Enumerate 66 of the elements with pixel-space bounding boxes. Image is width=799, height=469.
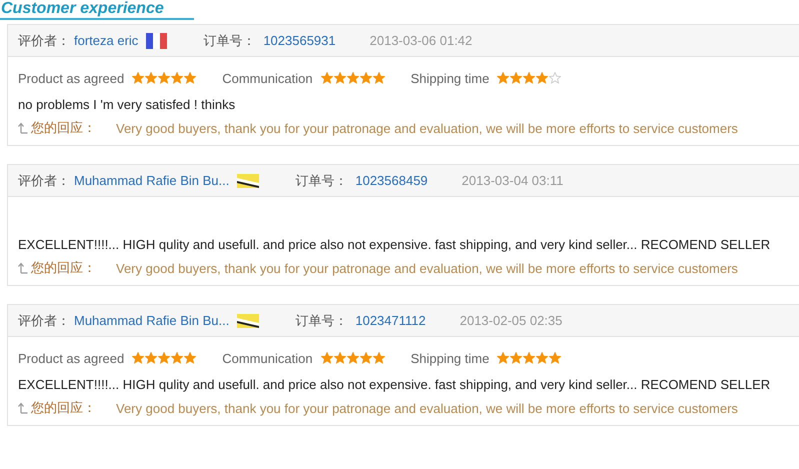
reviewer-link[interactable]: Muhammad Rafie Bin Bu... <box>74 173 230 188</box>
star-icon <box>334 352 346 364</box>
reviewer-label: 评价者： <box>18 172 70 190</box>
reply-label: 您的回应： <box>31 119 96 137</box>
rating-label: Shipping time <box>410 70 490 86</box>
star-icon <box>334 72 346 84</box>
reviewer-label: 评价者： <box>18 312 70 330</box>
reply-text: Very good buyers, thank you for your patronage and evaluation, we will be more efforts to service customers <box>116 400 738 416</box>
reply-arrow-icon <box>18 262 28 274</box>
review-comment: EXCELLENT!!!!... HIGH qulity and usefull. and price also not expensive. fast shipping, and very kind seller... RECOMEND SELLER <box>18 376 772 394</box>
star-icon <box>523 72 536 84</box>
star-icon <box>158 72 170 84</box>
order-label: 订单号： <box>203 32 256 50</box>
review-comment: EXCELLENT!!!!... HIGH qulity and usefull. and price also not expensive. fast shipping, and very kind seller... RECOMEND SELLER <box>18 236 772 254</box>
reviewer-label: 评价者： <box>18 32 70 50</box>
rating-label: Product as agreed <box>18 70 124 86</box>
star-icon <box>132 352 144 364</box>
star-icon <box>320 72 333 84</box>
star-icon <box>346 72 359 84</box>
flag-icon <box>237 174 260 188</box>
star-icon <box>510 72 522 84</box>
review-date: 2013-03-06 01:42 <box>370 33 472 48</box>
flag-icon <box>237 314 260 328</box>
star-icon <box>497 352 510 364</box>
order-label: 订单号： <box>295 312 348 330</box>
order-link[interactable]: 1023568459 <box>355 173 428 188</box>
reviewer-link[interactable]: forteza eric <box>74 33 138 48</box>
star-icon <box>549 352 562 364</box>
rating-label: Shipping time <box>410 350 490 366</box>
section-title: Customer experience <box>0 0 194 20</box>
star-icon <box>536 352 548 364</box>
star-icon <box>184 352 196 364</box>
flag-icon <box>146 32 168 48</box>
star-icon <box>523 352 536 364</box>
order-link[interactable]: 1023565931 <box>263 33 336 48</box>
reply-label: 您的回应： <box>31 399 96 417</box>
reply-text: Very good buyers, thank you for your patronage and evaluation, we will be more efforts to service customers <box>116 120 738 136</box>
star-icon <box>510 352 522 364</box>
star-icon <box>320 352 333 364</box>
star-icon <box>158 352 170 364</box>
star-icon <box>145 352 158 364</box>
star-icon <box>346 352 359 364</box>
rating-label: Product as agreed <box>18 350 124 366</box>
star-icon <box>360 352 372 364</box>
star-icon <box>372 352 385 364</box>
order-label: 订单号： <box>295 172 348 190</box>
star-icon <box>171 352 184 364</box>
review-comment: no problems I 'm very satisfed ! thinks <box>18 96 236 114</box>
star-icon <box>497 72 510 84</box>
reply-text: Very good buyers, thank you for your patronage and evaluation, we will be more efforts to service customers <box>116 260 738 276</box>
reply-arrow-icon <box>18 402 28 414</box>
star-icon <box>372 72 385 84</box>
rating-label: Communication <box>222 350 313 366</box>
order-link[interactable]: 1023471112 <box>355 313 426 328</box>
star-icon <box>171 72 184 84</box>
rating-label: Communication <box>222 70 313 86</box>
reply-label: 您的回应： <box>31 259 96 277</box>
reviewer-link[interactable]: Muhammad Rafie Bin Bu... <box>74 313 230 328</box>
star-icon <box>536 72 548 84</box>
review-date: 2013-02-05 02:35 <box>460 313 562 328</box>
reply-arrow-icon <box>18 122 28 134</box>
review-date: 2013-03-04 03:11 <box>462 173 564 188</box>
star-icon <box>145 72 158 84</box>
star-icon <box>132 72 144 84</box>
star-icon <box>184 72 196 84</box>
star-icon <box>360 72 372 84</box>
